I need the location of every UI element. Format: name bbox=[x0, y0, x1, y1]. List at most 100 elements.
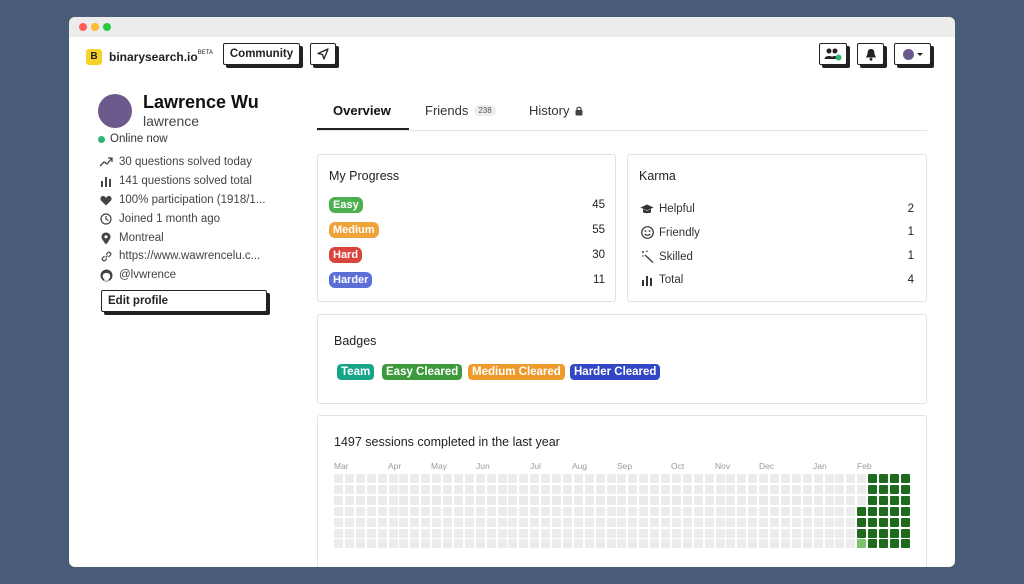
heatmap-cell bbox=[715, 474, 725, 483]
heatmap-cell bbox=[377, 528, 387, 538]
heatmap-cell bbox=[650, 506, 660, 516]
edit-profile-button[interactable]: Edit profile bbox=[101, 290, 267, 312]
heatmap-cell bbox=[464, 484, 474, 494]
heatmap-cell bbox=[661, 495, 670, 505]
heatmap-cell bbox=[791, 539, 801, 549]
heatmap-cell bbox=[344, 517, 354, 527]
community-button[interactable]: Community bbox=[223, 43, 300, 65]
heatmap-cell bbox=[846, 517, 856, 527]
friends-button[interactable] bbox=[819, 43, 847, 65]
heatmap-cell bbox=[334, 528, 343, 538]
heatmap-cell bbox=[704, 517, 714, 527]
heatmap-cell bbox=[650, 484, 660, 494]
heatmap-cell bbox=[519, 539, 529, 549]
heatmap-cell bbox=[486, 506, 496, 516]
heatmap-cell bbox=[355, 539, 365, 549]
heatmap-cell bbox=[737, 484, 747, 494]
heatmap-cell bbox=[584, 495, 594, 505]
heatmap-cell bbox=[780, 474, 790, 483]
avatar bbox=[902, 48, 914, 60]
heatmap-cell bbox=[388, 474, 398, 483]
online-status: Online now bbox=[98, 133, 168, 145]
heatmap-cell bbox=[737, 506, 747, 516]
heatmap-cell bbox=[475, 517, 485, 527]
heatmap-cell bbox=[857, 506, 867, 516]
heatmap-cell bbox=[584, 539, 594, 549]
heatmap-cell bbox=[900, 474, 910, 483]
heatmap-cell bbox=[868, 506, 878, 516]
heatmap-cell bbox=[519, 495, 529, 505]
heatmap-cell bbox=[377, 506, 387, 516]
heatmap-cell bbox=[464, 539, 474, 549]
stat-website[interactable]: https://www.wawrencelu.c... bbox=[99, 249, 260, 263]
heatmap-cell bbox=[824, 506, 834, 516]
heatmap-cell bbox=[464, 506, 474, 516]
heatmap-cell bbox=[443, 495, 452, 505]
heatmap-cell bbox=[497, 484, 507, 494]
heatmap-cell bbox=[530, 539, 540, 549]
month-label: Aug bbox=[572, 461, 588, 471]
heatmap-cell bbox=[443, 506, 452, 516]
heatmap-cell bbox=[835, 528, 845, 538]
heatmap-cell bbox=[475, 506, 485, 516]
heatmap-cell bbox=[824, 495, 834, 505]
stat-text[interactable]: @lvwrence bbox=[119, 269, 176, 281]
heatmap-cell bbox=[562, 484, 572, 494]
send-button[interactable] bbox=[310, 43, 336, 65]
heatmap-cell bbox=[606, 474, 616, 483]
heatmap-cell bbox=[704, 484, 714, 494]
heatmap-cell bbox=[573, 484, 583, 494]
close-window-button[interactable] bbox=[79, 23, 87, 31]
heatmap-cell bbox=[682, 474, 692, 483]
heatmap-cell bbox=[791, 484, 801, 494]
trending-icon bbox=[99, 155, 113, 169]
heatmap-cell bbox=[388, 528, 398, 538]
tab-friends[interactable]: Friends 238 bbox=[425, 103, 496, 118]
minimize-window-button[interactable] bbox=[91, 23, 99, 31]
heatmap-cell bbox=[628, 484, 638, 494]
heatmap-cell bbox=[813, 495, 823, 505]
heatmap-cell bbox=[780, 517, 790, 527]
heatmap-cell bbox=[519, 517, 529, 527]
heatmap-cell bbox=[693, 495, 703, 505]
heatmap-cell bbox=[432, 517, 442, 527]
activity-title: 1497 sessions completed in the last year bbox=[334, 435, 560, 449]
heatmap-cell bbox=[410, 528, 420, 538]
heatmap-cell bbox=[334, 474, 343, 483]
profile-username: lawrence bbox=[143, 113, 200, 129]
heatmap-cell bbox=[868, 484, 878, 494]
heatmap-cell bbox=[693, 474, 703, 483]
month-label: Jan bbox=[813, 461, 827, 471]
brand-name[interactable]: binarysearch.ioBETA bbox=[109, 50, 213, 64]
heatmap-cell bbox=[432, 539, 442, 549]
heatmap-cell bbox=[879, 474, 888, 483]
heatmap-cell bbox=[628, 539, 638, 549]
heatmap-cell bbox=[791, 474, 801, 483]
heatmap-cell bbox=[661, 506, 670, 516]
heatmap-cell bbox=[824, 539, 834, 549]
heatmap-cell bbox=[802, 474, 812, 483]
heatmap-cell bbox=[334, 484, 343, 494]
notifications-button[interactable] bbox=[857, 43, 884, 65]
tab-history[interactable]: History bbox=[529, 103, 583, 118]
heatmap-cell bbox=[704, 474, 714, 483]
heatmap-cell bbox=[399, 517, 409, 527]
heatmap-cell bbox=[584, 517, 594, 527]
heatmap-cell bbox=[344, 539, 354, 549]
stat-solved-today: 30 questions solved today bbox=[99, 155, 252, 169]
heatmap-cell bbox=[562, 506, 572, 516]
maximize-window-button[interactable] bbox=[103, 23, 111, 31]
heatmap-cell bbox=[541, 495, 551, 505]
heatmap-cell bbox=[900, 539, 910, 549]
heatmap-cell bbox=[584, 528, 594, 538]
stat-text[interactable]: https://www.wawrencelu.c... bbox=[119, 250, 260, 262]
heatmap-cell bbox=[802, 506, 812, 516]
stat-github[interactable]: @lvwrence bbox=[99, 268, 176, 282]
heatmap-cell bbox=[366, 484, 376, 494]
tab-overview[interactable]: Overview bbox=[333, 103, 391, 118]
heatmap-cell bbox=[377, 517, 387, 527]
account-menu-button[interactable] bbox=[894, 43, 931, 65]
heatmap-cell bbox=[617, 528, 627, 538]
logo-icon[interactable]: B bbox=[86, 49, 102, 65]
heatmap-cell bbox=[813, 517, 823, 527]
